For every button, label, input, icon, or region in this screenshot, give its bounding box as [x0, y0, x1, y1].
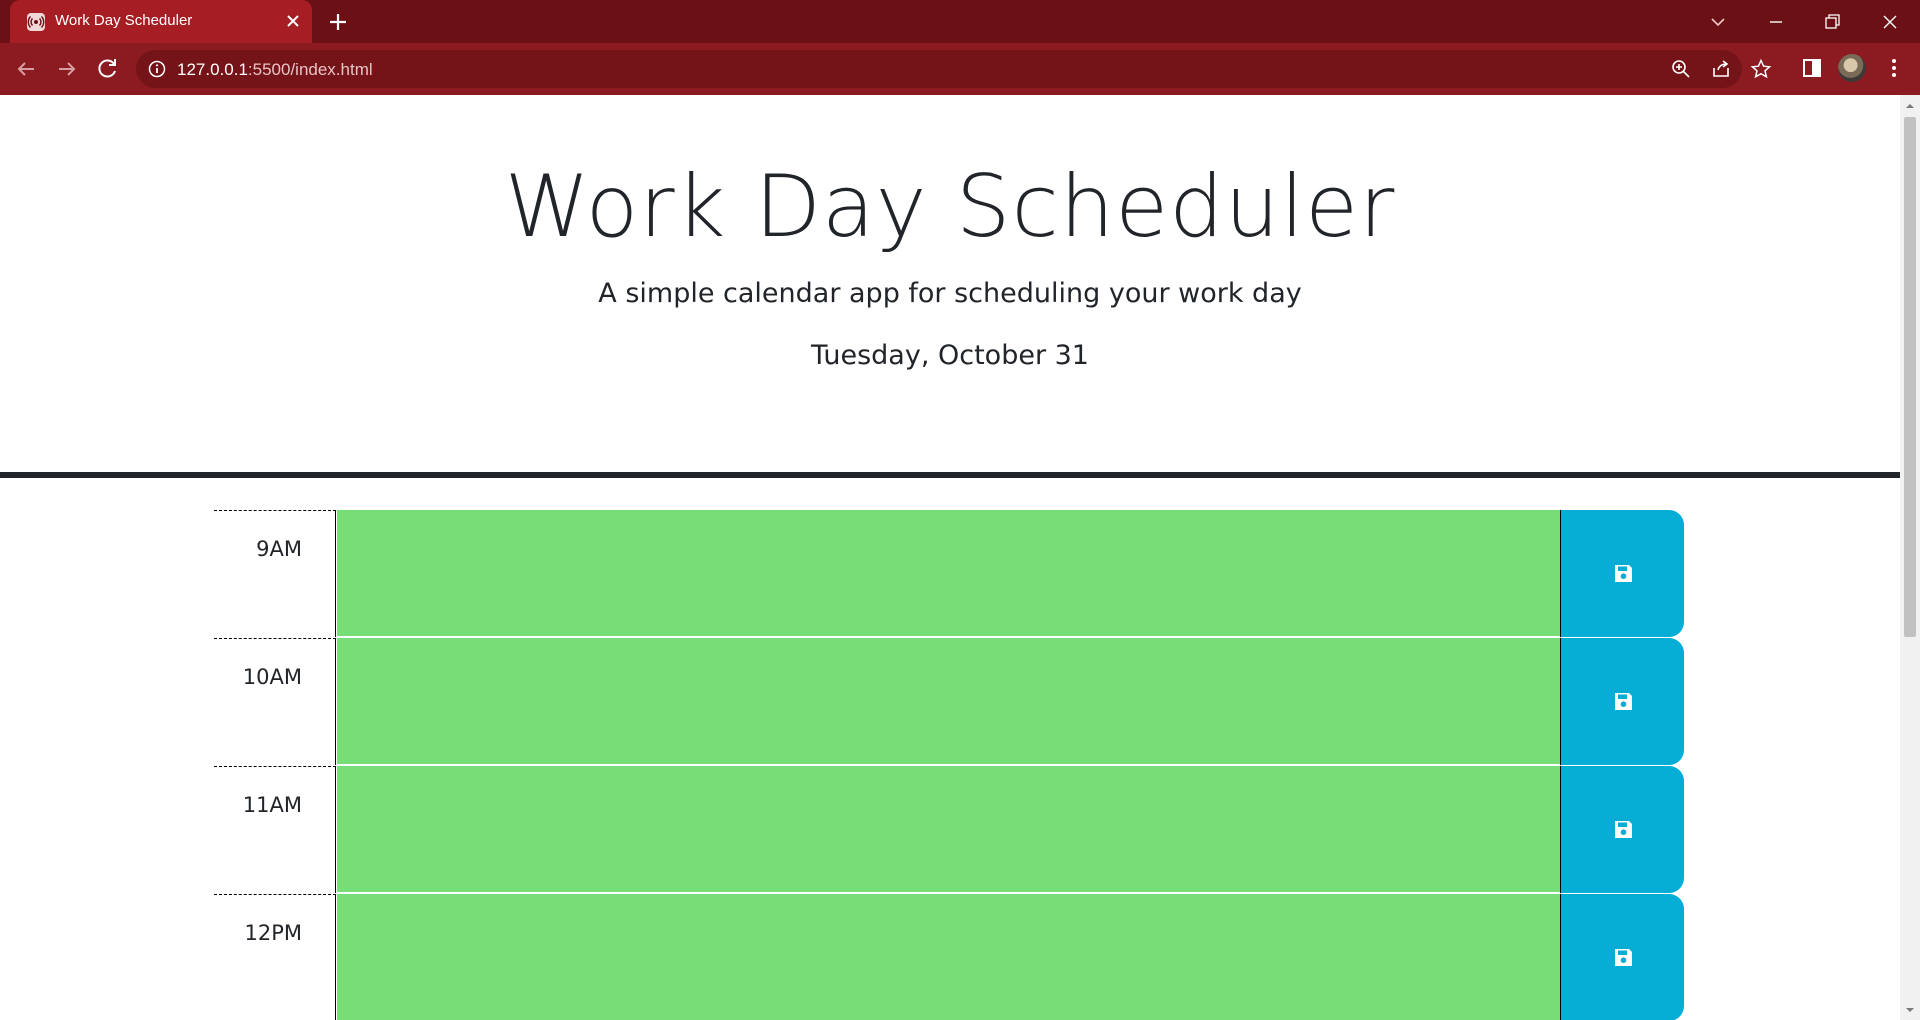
- vertical-scrollbar[interactable]: [1900, 95, 1920, 1020]
- chevron-down-icon[interactable]: [1704, 8, 1732, 36]
- current-day: Tuesday, October 31: [810, 340, 1089, 371]
- time-block: 12PM: [214, 894, 1684, 1020]
- tab-title: Work Day Scheduler: [55, 12, 193, 29]
- star-icon[interactable]: [1750, 58, 1772, 80]
- share-icon[interactable]: [1710, 58, 1732, 80]
- save-button[interactable]: [1560, 638, 1684, 765]
- forward-arrow-icon[interactable]: [53, 55, 81, 83]
- browser-tab[interactable]: Work Day Scheduler: [10, 0, 312, 43]
- browser-tab-bar: Work Day Scheduler: [0, 0, 1920, 43]
- new-tab-icon[interactable]: [326, 10, 350, 34]
- hour-label: 11AM: [214, 766, 336, 893]
- save-button[interactable]: [1560, 894, 1684, 1020]
- page-title: Work Day Scheduler: [504, 157, 1396, 257]
- hour-label: 9AM: [214, 510, 336, 637]
- event-description-input[interactable]: [337, 894, 1560, 1020]
- profile-avatar[interactable]: [1838, 54, 1866, 82]
- broadcast-icon: [27, 13, 45, 31]
- reload-icon[interactable]: [94, 55, 122, 83]
- address-bar[interactable]: 127.0.0.1:5500/index.html: [136, 50, 1772, 88]
- page-subtitle: A simple calendar app for scheduling you…: [598, 278, 1302, 309]
- hour-label: 10AM: [214, 638, 336, 765]
- time-block: 11AM: [214, 766, 1684, 894]
- save-button[interactable]: [1560, 766, 1684, 893]
- url-path: :5500/index.html: [247, 60, 373, 79]
- back-arrow-icon[interactable]: [12, 55, 40, 83]
- side-panel-icon[interactable]: [1799, 55, 1825, 81]
- save-icon: [1615, 949, 1632, 966]
- page-viewport: Work Day Scheduler A simple calendar app…: [0, 95, 1900, 1020]
- event-description-input[interactable]: [337, 510, 1560, 637]
- save-icon: [1615, 693, 1632, 710]
- zoom-icon[interactable]: [1670, 58, 1692, 80]
- url-host: 127.0.0.1: [177, 60, 248, 79]
- time-block: 9AM: [214, 510, 1684, 638]
- close-icon[interactable]: [283, 11, 303, 31]
- save-icon: [1615, 821, 1632, 838]
- browser-toolbar: 127.0.0.1:5500/index.html: [0, 43, 1920, 95]
- scroll-up-arrow-icon[interactable]: [1905, 101, 1915, 111]
- scrollbar-thumb[interactable]: [1904, 117, 1916, 637]
- url-text[interactable]: 127.0.0.1:5500/index.html: [177, 60, 373, 80]
- more-menu-icon[interactable]: [1881, 55, 1907, 81]
- event-description-input[interactable]: [337, 766, 1560, 893]
- info-icon[interactable]: [148, 60, 166, 78]
- hour-label: 12PM: [214, 894, 336, 1020]
- time-block: 10AM: [214, 638, 1684, 766]
- minimize-icon[interactable]: [1762, 8, 1790, 36]
- scroll-down-arrow-icon[interactable]: [1905, 1005, 1915, 1015]
- header: Work Day Scheduler A simple calendar app…: [0, 95, 1900, 478]
- save-button[interactable]: [1560, 510, 1684, 637]
- close-window-icon[interactable]: [1876, 8, 1904, 36]
- restore-icon[interactable]: [1818, 8, 1846, 36]
- event-description-input[interactable]: [337, 638, 1560, 765]
- save-icon: [1615, 565, 1632, 582]
